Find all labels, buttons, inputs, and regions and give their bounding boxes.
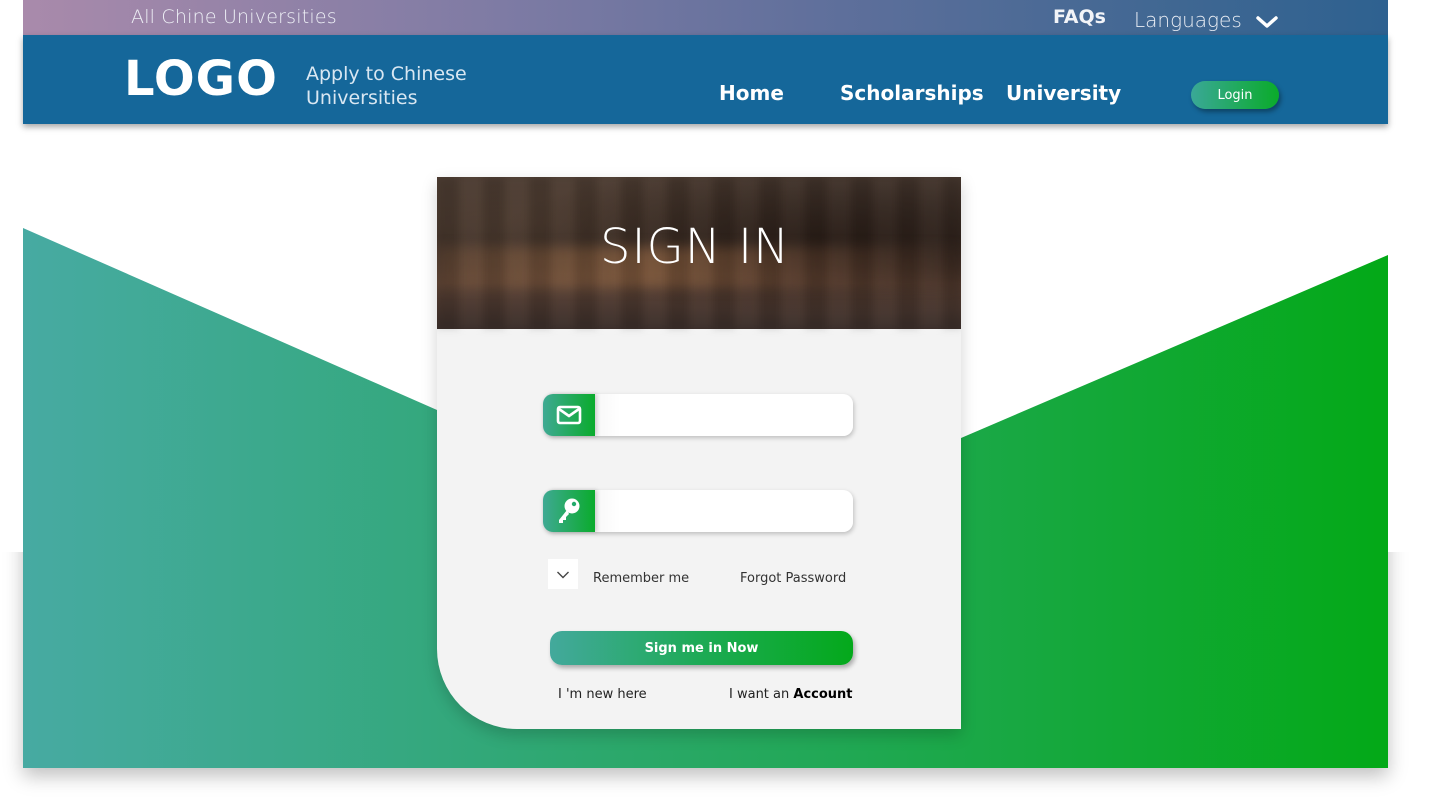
signin-card: SIGN IN Remember me Forgot Password Sign… — [437, 177, 961, 729]
remember-checkbox[interactable] — [548, 559, 578, 589]
languages-label: Languages — [1134, 8, 1242, 32]
sign-in-button[interactable]: Sign me in Now — [550, 631, 853, 665]
nav-scholarships[interactable]: Scholarships — [840, 81, 984, 105]
key-icon — [543, 490, 595, 532]
tagline-line-2: Universities — [306, 87, 418, 109]
signin-title: SIGN IN — [599, 219, 791, 275]
forgot-password-link[interactable]: Forgot Password — [740, 571, 846, 586]
password-input[interactable] — [599, 490, 847, 532]
new-here-text: I 'm new here — [558, 687, 647, 702]
login-button[interactable]: Login — [1191, 81, 1279, 109]
nav-home[interactable]: Home — [719, 81, 784, 105]
nav-university[interactable]: University — [1006, 81, 1121, 105]
want-prefix: I want an — [729, 687, 790, 702]
tagline: Apply to Chinese Universities — [306, 62, 496, 110]
languages-dropdown[interactable]: Languages — [1134, 6, 1278, 34]
site-name: All Chine Universities — [131, 6, 337, 28]
remember-label: Remember me — [593, 571, 690, 586]
tagline-line-1: Apply to Chinese — [306, 63, 467, 85]
chevron-down-icon — [1255, 10, 1278, 34]
top-bar: All Chine Universities FAQs Languages — [23, 0, 1388, 35]
password-field — [543, 490, 853, 532]
logo[interactable]: LOGO — [124, 55, 278, 103]
check-icon — [556, 565, 570, 584]
account-label: Account — [793, 687, 853, 702]
main-header: LOGO Apply to Chinese Universities Home … — [23, 35, 1388, 124]
email-field — [543, 394, 853, 436]
email-input[interactable] — [599, 394, 847, 436]
faqs-link[interactable]: FAQs — [1053, 6, 1106, 28]
envelope-icon — [543, 394, 595, 436]
create-account-link[interactable]: I want an Account — [729, 687, 853, 702]
